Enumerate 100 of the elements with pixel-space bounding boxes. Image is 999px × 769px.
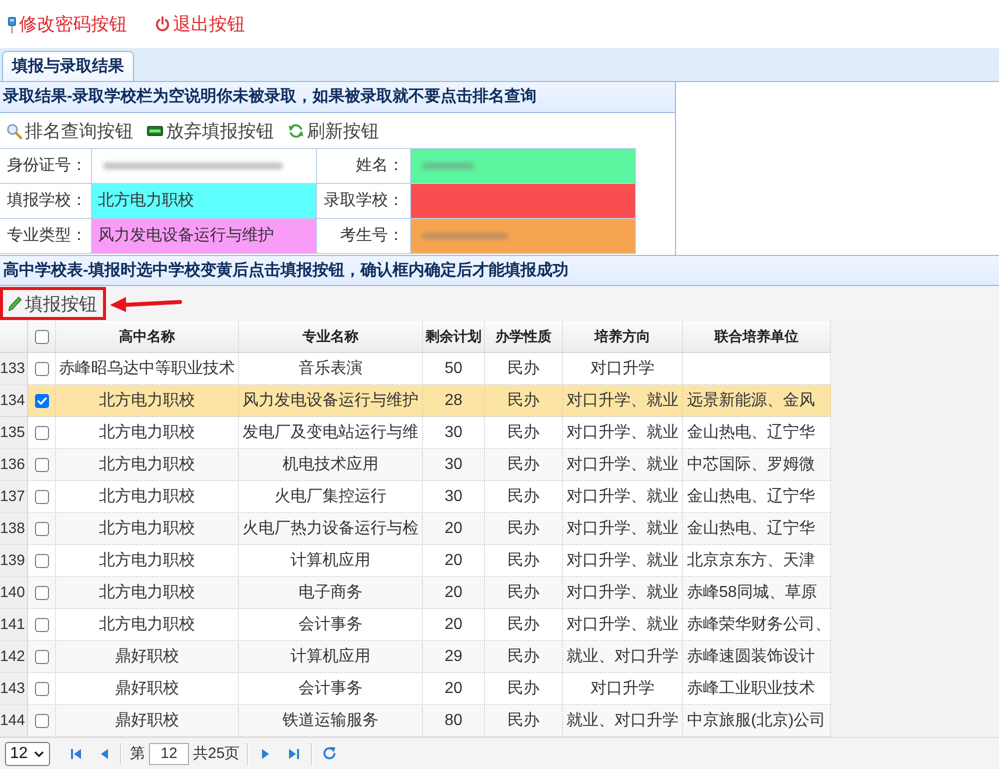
table-cell: 民办 — [485, 481, 563, 512]
column-header: 高中名称 — [56, 321, 239, 352]
row-checkbox[interactable] — [34, 618, 48, 632]
row-checkbox[interactable] — [34, 682, 48, 696]
chevron-down-icon — [34, 750, 44, 756]
table-cell: 赤峰58同城、草原 — [683, 577, 831, 608]
table-row[interactable]: 142 鼎好职校 计算机应用 29 民办 就业、对口升学 赤峰速圆装饰设计 — [0, 641, 831, 673]
table-cell: 20 — [423, 545, 485, 576]
search-icon — [6, 122, 22, 138]
table-cell: 鼎好职校 — [56, 641, 239, 672]
table-cell: 民办 — [485, 449, 563, 480]
table-cell: 计算机应用 — [239, 545, 423, 576]
table-cell: 民办 — [485, 385, 563, 416]
abandon-button[interactable]: 放弃填报按钮 — [147, 118, 274, 142]
table-row[interactable]: 139 北方电力职校 计算机应用 20 民办 对口升学、就业 北京京东方、天津 — [0, 545, 831, 577]
table-cell: 火电厂集控运行 — [239, 481, 423, 512]
table-cell: 对口升学、就业 — [563, 385, 683, 416]
row-number: 144 — [0, 705, 28, 736]
select-all-checkbox[interactable] — [34, 330, 48, 344]
table-row[interactable]: 141 北方电力职校 会计事务 20 民办 对口升学、就业 赤峰荣华财务公司、 — [0, 609, 831, 641]
column-header: 剩余计划 — [423, 321, 485, 352]
row-checkbox[interactable] — [34, 522, 48, 536]
table-row[interactable]: 137 北方电力职校 火电厂集控运行 30 民办 对口升学、就业 金山热电、辽宁华 — [0, 481, 831, 513]
table-cell: 就业、对口升学 — [563, 641, 683, 672]
refresh-button[interactable]: 刷新按钮 — [288, 118, 379, 142]
change-password-link[interactable]: 修改密码按钮 — [8, 11, 127, 37]
next-page-icon[interactable] — [262, 748, 269, 760]
field-label: 专业类型： — [0, 219, 92, 254]
field-label: 录取学校： — [317, 184, 411, 219]
table-row[interactable]: 143 鼎好职校 会计事务 20 民办 对口升学 赤峰工业职业技术 — [0, 673, 831, 705]
last-page-icon[interactable] — [288, 748, 299, 760]
table-cell: 民办 — [485, 577, 563, 608]
table-cell: 会计事务 — [239, 609, 423, 640]
table-cell: 28 — [423, 385, 485, 416]
row-checkbox[interactable] — [34, 362, 48, 376]
table-cell: 北方电力职校 — [56, 577, 239, 608]
reload-icon[interactable] — [322, 747, 336, 760]
table-cell: 就业、对口升学 — [563, 705, 683, 736]
row-number: 139 — [0, 545, 28, 576]
table-cell: 铁道运输服务 — [239, 705, 423, 736]
table-cell: 北方电力职校 — [56, 417, 239, 448]
table-cell: 对口升学、就业 — [563, 417, 683, 448]
row-checkbox[interactable] — [34, 650, 48, 664]
column-header: 办学性质 — [485, 321, 563, 352]
table-cell: 对口升学、就业 — [563, 577, 683, 608]
pin-icon — [8, 16, 16, 34]
table-cell: 对口升学、就业 — [563, 513, 683, 544]
table-cell: 北方电力职校 — [56, 385, 239, 416]
table-cell: 远景新能源、金风 — [683, 385, 831, 416]
table-row[interactable]: 135 北方电力职校 发电厂及变电站运行与维 30 民办 对口升学、就业 金山热电、辽宁华 — [0, 417, 831, 449]
page-input[interactable]: 12 — [149, 742, 189, 764]
table-cell: 火电厂热力设备运行与检 — [239, 513, 423, 544]
table-cell: 鼎好职校 — [56, 673, 239, 704]
row-checkbox[interactable] — [34, 426, 48, 440]
table-cell: 对口升学 — [563, 353, 683, 384]
table-cell: 对口升学、就业 — [563, 545, 683, 576]
table-row[interactable]: 144 鼎好职校 铁道运输服务 80 民办 就业、对口升学 中京旅服(北京)公司 — [0, 705, 831, 737]
row-checkbox[interactable] — [34, 554, 48, 568]
table-cell: 20 — [423, 513, 485, 544]
table-row[interactable]: 133 赤峰昭乌达中等职业技术 音乐表演 50 民办 对口升学 — [0, 353, 831, 385]
search-button[interactable]: 排名查询按钮 — [6, 118, 133, 142]
table-cell: 民办 — [485, 545, 563, 576]
panel-title: 高中学校表-填报时选中学校变黄后点击填报按钮，确认框内确定后才能填报成功 — [0, 255, 999, 286]
row-checkbox[interactable] — [34, 394, 48, 408]
row-number: 137 — [0, 481, 28, 512]
panel-title: 录取结果-录取学校栏为空说明你未被录取，如果被录取就不要点击排名查询 — [0, 82, 675, 113]
logout-link[interactable]: 退出按钮 — [155, 11, 245, 37]
table-cell: 金山热电、辽宁华 — [683, 481, 831, 512]
table-cell: 80 — [423, 705, 485, 736]
row-checkbox[interactable] — [34, 490, 48, 504]
table-cell: 北方电力职校 — [56, 609, 239, 640]
table-row[interactable]: 136 北方电力职校 机电技术应用 30 民办 对口升学、就业 中芯国际、罗姆微 — [0, 449, 831, 481]
tab[interactable]: 填报与录取结果 — [2, 51, 134, 81]
table-cell: 赤峰速圆装饰设计 — [683, 641, 831, 672]
field-value: 风力发电设备运行与维护 — [92, 219, 317, 254]
table-cell: 30 — [423, 481, 485, 512]
minus-icon — [147, 126, 163, 136]
row-checkbox[interactable] — [34, 714, 48, 728]
table-row[interactable]: 134 北方电力职校 风力发电设备运行与维护 28 民办 对口升学、就业 远景新能源、金风 — [0, 385, 831, 417]
table-cell: 赤峰荣华财务公司、 — [683, 609, 831, 640]
table-cell: 民办 — [485, 417, 563, 448]
table-row[interactable]: 140 北方电力职校 电子商务 20 民办 对口升学、就业 赤峰58同城、草原 — [0, 577, 831, 609]
column-header: 培养方向 — [563, 321, 683, 352]
row-checkbox[interactable] — [34, 586, 48, 600]
table-cell: 风力发电设备运行与维护 — [239, 385, 423, 416]
table-cell: 50 — [423, 353, 485, 384]
row-checkbox[interactable] — [34, 458, 48, 472]
edit-button[interactable]: 填报按钮 — [0, 287, 106, 320]
table-cell: 民办 — [485, 641, 563, 672]
prev-page-icon[interactable] — [101, 748, 108, 760]
table-cell: 北方电力职校 — [56, 545, 239, 576]
first-page-icon[interactable] — [71, 748, 81, 760]
page-size-select[interactable]: 12 — [5, 742, 50, 766]
table-cell: 赤峰昭乌达中等职业技术 — [56, 353, 239, 384]
table-cell: 对口升学、就业 — [563, 481, 683, 512]
column-header: 专业名称 — [239, 321, 423, 352]
table-cell: 对口升学、就业 — [563, 449, 683, 480]
table-cell: 音乐表演 — [239, 353, 423, 384]
refresh-icon — [288, 122, 304, 138]
table-row[interactable]: 138 北方电力职校 火电厂热力设备运行与检 20 民办 对口升学、就业 金山热电、辽宁华 — [0, 513, 831, 545]
